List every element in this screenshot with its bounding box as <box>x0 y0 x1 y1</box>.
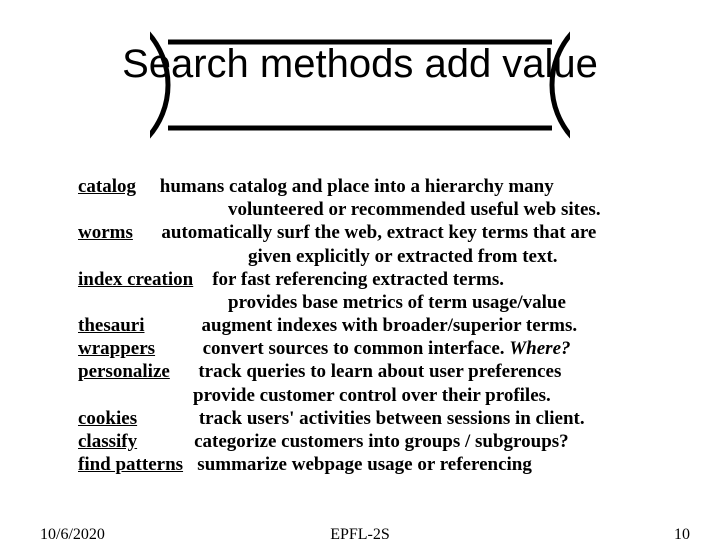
desc-index-2: provides base metrics of term usage/valu… <box>228 292 566 313</box>
footer-center: EPFL-2S <box>0 526 720 540</box>
term-find-patterns: find patterns <box>78 454 183 475</box>
desc-find-patterns: summarize webpage usage or referencing <box>197 454 532 475</box>
term-cookies: cookies <box>78 408 137 429</box>
desc-personalize-2: provide customer control over their prof… <box>193 385 551 406</box>
term-classify: classify <box>78 431 137 452</box>
desc-thesauri: augment indexes with broader/superior te… <box>202 315 578 336</box>
desc-wrappers-where: Where? <box>509 338 570 359</box>
desc-worms-2: given explicitly or extracted from text. <box>248 246 558 267</box>
term-worms: worms <box>78 222 133 243</box>
term-catalog: catalog <box>78 176 136 197</box>
desc-index-1: for fast referencing extracted terms. <box>212 269 504 290</box>
desc-wrappers: convert sources to common interface. <box>203 338 510 359</box>
desc-personalize-1: track queries to learn about user prefer… <box>198 361 561 382</box>
slide-title: Search methods add value <box>122 42 598 86</box>
desc-worms-1: automatically surf the web, extract key … <box>161 222 596 243</box>
desc-cookies: track users' activities between sessions… <box>199 408 585 429</box>
footer-page-number: 10 <box>674 526 690 540</box>
desc-catalog-1: humans catalog and place into a hierarch… <box>160 176 554 197</box>
desc-catalog-2: volunteered or recommended useful web si… <box>228 199 601 220</box>
term-personalize: personalize <box>78 361 170 382</box>
term-wrappers: wrappers <box>78 338 155 359</box>
term-index-creation: index creation <box>78 269 193 290</box>
desc-classify: categorize customers into groups / subgr… <box>194 431 569 452</box>
slide-body: catalog humans catalog and place into a … <box>78 175 668 476</box>
term-thesauri: thesauri <box>78 315 145 336</box>
